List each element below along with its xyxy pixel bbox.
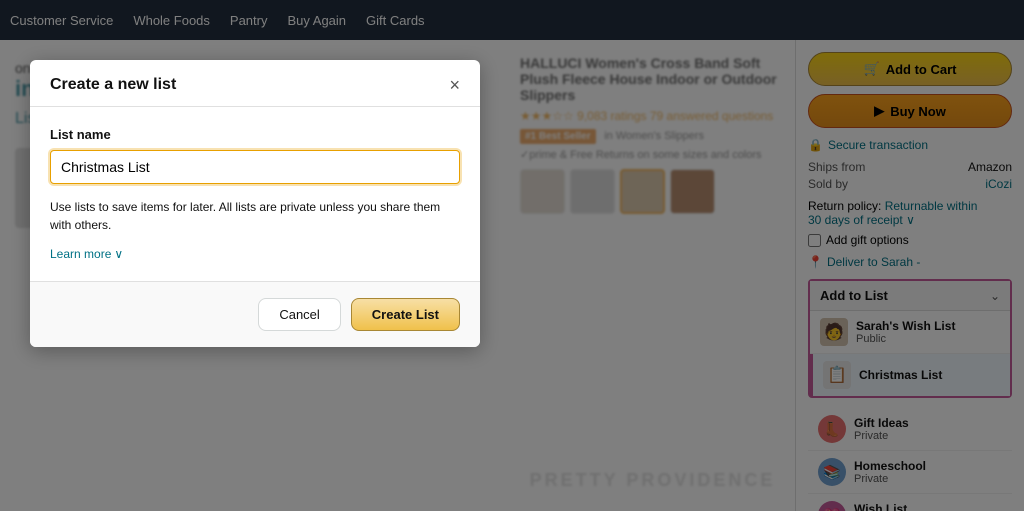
create-list-button[interactable]: Create List — [351, 298, 460, 331]
modal-footer: Cancel Create List — [30, 281, 480, 347]
modal-overlay: Create a new list × List name Use lists … — [0, 0, 1024, 511]
learn-more-link[interactable]: Learn more ∨ — [50, 247, 123, 261]
modal-body: List name Use lists to save items for la… — [30, 107, 480, 281]
learn-more-label: Learn more — [50, 247, 111, 261]
modal-header: Create a new list × — [30, 60, 480, 107]
learn-more-chevron: ∨ — [114, 247, 123, 261]
modal-title: Create a new list — [50, 76, 176, 94]
list-name-input[interactable] — [50, 150, 460, 184]
helper-text: Use lists to save items for later. All l… — [50, 198, 460, 234]
modal-close-button[interactable]: × — [449, 76, 460, 94]
cancel-button[interactable]: Cancel — [258, 298, 340, 331]
modal: Create a new list × List name Use lists … — [30, 60, 480, 347]
form-label: List name — [50, 127, 460, 142]
